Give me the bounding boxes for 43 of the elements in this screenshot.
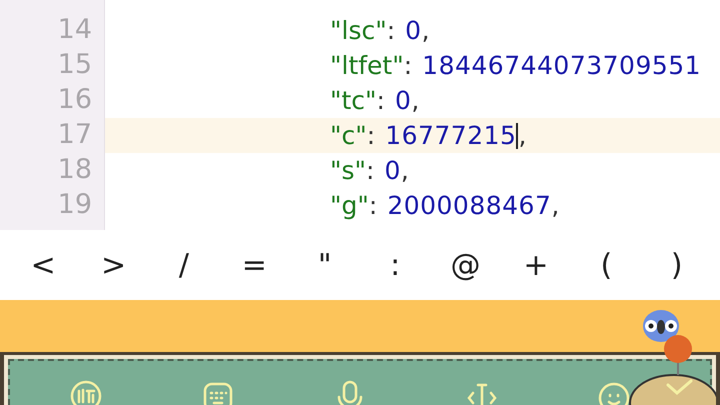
line-number: 18 <box>56 153 93 188</box>
logo-icon[interactable] <box>69 379 103 405</box>
json-value: 0 <box>405 14 422 47</box>
comma: , <box>551 190 560 222</box>
symbol-key[interactable]: > <box>92 240 136 290</box>
symbol-key[interactable]: : <box>373 240 418 290</box>
json-key: "g" <box>330 186 369 224</box>
colon: : <box>386 14 396 47</box>
json-key: "tc" <box>330 82 377 120</box>
json-value: 16777215 <box>385 120 516 152</box>
colon: : <box>366 120 376 152</box>
json-key: "s" <box>330 152 366 190</box>
colon: : <box>366 154 374 187</box>
symbol-key[interactable]: = <box>232 240 276 290</box>
comma: , <box>411 84 420 117</box>
symbol-key[interactable]: ( <box>584 240 628 290</box>
colon: : <box>376 84 385 117</box>
line-number: 19 <box>56 188 93 222</box>
potato-mascot-icon[interactable] <box>626 333 716 405</box>
symbol-key[interactable]: ) <box>654 240 699 290</box>
line-number: 16 <box>56 83 93 118</box>
comma: , <box>400 154 409 187</box>
json-value: 0 <box>384 154 401 187</box>
symbol-key[interactable]: < <box>21 240 66 290</box>
symbol-key[interactable]: " <box>302 240 347 290</box>
line-number: 15 <box>56 48 93 82</box>
colon: : <box>368 190 378 222</box>
line-number: 14 <box>56 13 93 48</box>
json-key: "c" <box>330 116 367 154</box>
json-value: 2000088467 <box>387 190 552 222</box>
koala-mascot-icon[interactable] <box>642 309 680 343</box>
comma: , <box>422 14 430 47</box>
json-key: "ltfet" <box>330 46 404 84</box>
json-value: 0 <box>394 84 412 117</box>
line-number: 17 <box>56 118 93 152</box>
symbol-key[interactable]: / <box>162 240 206 290</box>
symbol-key[interactable]: + <box>514 240 558 290</box>
symbol-key[interactable]: @ <box>444 240 488 290</box>
json-key: "lsc" <box>330 12 387 50</box>
comma: , <box>518 120 526 152</box>
json-value: 18446744073709551 <box>422 50 702 82</box>
colon: : <box>404 50 412 82</box>
text-cursor <box>516 122 518 148</box>
